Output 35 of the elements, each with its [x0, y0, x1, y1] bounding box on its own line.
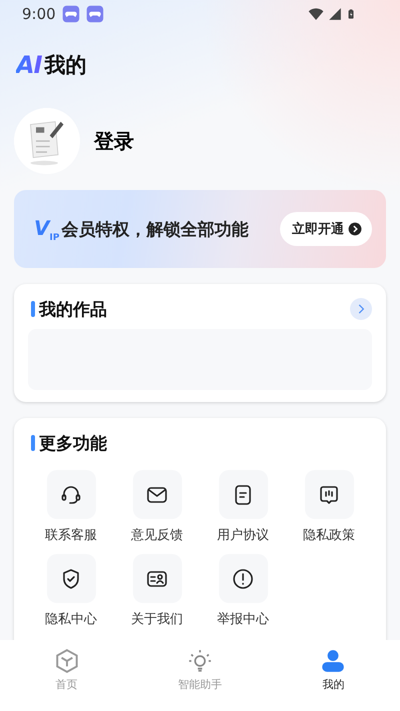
- alert-icon: [231, 566, 255, 590]
- vip-text: 会员特权，解锁全部功能: [61, 218, 248, 240]
- vip-label: V$_{IP}$: [34, 216, 60, 242]
- feature-label: 隐私中心: [45, 611, 97, 628]
- feature-item[interactable]: 隐私中心: [28, 554, 114, 628]
- gamepad-icon: [62, 5, 80, 23]
- feature-item[interactable]: 关于我们: [114, 554, 200, 628]
- title-marker: [31, 301, 35, 317]
- more-button[interactable]: [350, 298, 372, 320]
- signal-icon: [328, 7, 342, 21]
- activate-button[interactable]: 立即开通: [280, 212, 372, 246]
- section-title: 更多功能: [39, 432, 107, 454]
- feature-label: 隐私政策: [303, 527, 355, 544]
- gamepad-icon: [86, 5, 104, 23]
- tab-item[interactable]: 我的: [266, 640, 400, 711]
- feature-label: 意见反馈: [131, 527, 183, 544]
- title-marker: [31, 435, 35, 451]
- feature-item[interactable]: 用户协议: [200, 470, 286, 544]
- login-button[interactable]: 登录: [94, 128, 134, 154]
- feature-item[interactable]: 举报中心: [200, 554, 286, 628]
- section-title: 我的作品: [39, 298, 107, 320]
- feature-label: 联系客服: [45, 527, 97, 544]
- feature-label: 用户协议: [217, 527, 269, 544]
- feature-item[interactable]: 意见反馈: [114, 470, 200, 544]
- status-time: 9:00: [22, 5, 56, 23]
- person-icon: [320, 648, 346, 674]
- feature-item[interactable]: 隐私政策: [286, 470, 372, 544]
- feature-item[interactable]: 联系客服: [28, 470, 114, 544]
- wifi-icon: [308, 6, 324, 22]
- feature-label: 举报中心: [217, 611, 269, 628]
- arrow-right-icon: [348, 222, 362, 236]
- page-title: 我的: [44, 52, 87, 79]
- cube-icon: [54, 648, 80, 674]
- lightbulb-icon: [186, 648, 213, 674]
- feature-label: 关于我们: [131, 611, 183, 628]
